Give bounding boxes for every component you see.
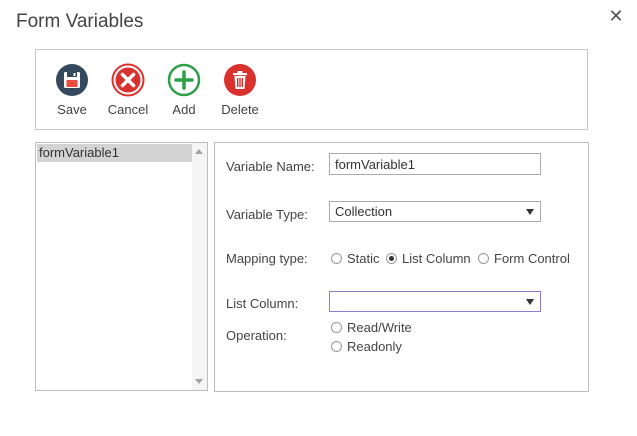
radio-circle[interactable] bbox=[331, 322, 342, 333]
variable-type-label: Variable Type: bbox=[226, 207, 308, 222]
variable-type-value: Collection bbox=[335, 204, 393, 219]
add-label: Add bbox=[172, 102, 196, 117]
operation-readonly-radio[interactable]: Readonly bbox=[331, 339, 402, 354]
save-label: Save bbox=[57, 102, 87, 117]
floppy-disk-icon bbox=[56, 64, 88, 96]
radio-circle[interactable] bbox=[478, 253, 489, 264]
list-column-label: List Column: bbox=[226, 296, 299, 311]
mapping-form-control-radio[interactable]: Form Control bbox=[478, 251, 570, 266]
save-button[interactable]: Save bbox=[44, 63, 100, 117]
chevron-down-icon bbox=[526, 209, 534, 215]
mapping-static-radio[interactable]: Static bbox=[331, 251, 380, 266]
chevron-down-icon bbox=[526, 299, 534, 305]
list-scrollbar[interactable] bbox=[192, 143, 207, 390]
radio-circle[interactable] bbox=[331, 253, 342, 264]
list-item[interactable]: formVariable1 bbox=[37, 144, 192, 162]
operation-read-write-label: Read/Write bbox=[347, 320, 412, 335]
cancel-x-icon bbox=[111, 63, 145, 97]
trash-icon bbox=[224, 64, 256, 96]
variable-type-select[interactable]: Collection bbox=[329, 201, 541, 222]
delete-button[interactable]: Delete bbox=[212, 63, 268, 117]
operation-readonly-label: Readonly bbox=[347, 339, 402, 354]
add-button[interactable]: Add bbox=[156, 63, 212, 117]
variable-details-panel: Variable Name: Variable Type: Collection… bbox=[214, 142, 589, 392]
variable-name-input[interactable] bbox=[329, 153, 541, 175]
add-plus-icon bbox=[167, 63, 201, 97]
scroll-down-arrow-icon[interactable] bbox=[195, 379, 203, 384]
mapping-list-column-radio[interactable]: List Column bbox=[386, 251, 471, 266]
variables-list[interactable]: formVariable1 bbox=[35, 142, 208, 391]
mapping-type-label: Mapping type: bbox=[226, 251, 308, 266]
variable-name-label: Variable Name: bbox=[226, 159, 315, 174]
toolbar: Save Cancel Add Delete bbox=[35, 49, 588, 130]
list-column-select[interactable] bbox=[329, 291, 541, 312]
radio-circle-selected[interactable] bbox=[386, 253, 397, 264]
mapping-form-control-label: Form Control bbox=[494, 251, 570, 266]
mapping-list-column-label: List Column bbox=[402, 251, 471, 266]
mapping-static-label: Static bbox=[347, 251, 380, 266]
scroll-up-arrow-icon[interactable] bbox=[195, 149, 203, 154]
cancel-label: Cancel bbox=[107, 102, 149, 117]
operation-label: Operation: bbox=[226, 328, 287, 343]
cancel-button[interactable]: Cancel bbox=[100, 63, 156, 117]
delete-label: Delete bbox=[221, 102, 259, 117]
operation-read-write-radio[interactable]: Read/Write bbox=[331, 320, 412, 335]
close-icon[interactable]: ✕ bbox=[606, 6, 626, 26]
dialog-title: Form Variables bbox=[16, 11, 144, 32]
radio-circle[interactable] bbox=[331, 341, 342, 352]
